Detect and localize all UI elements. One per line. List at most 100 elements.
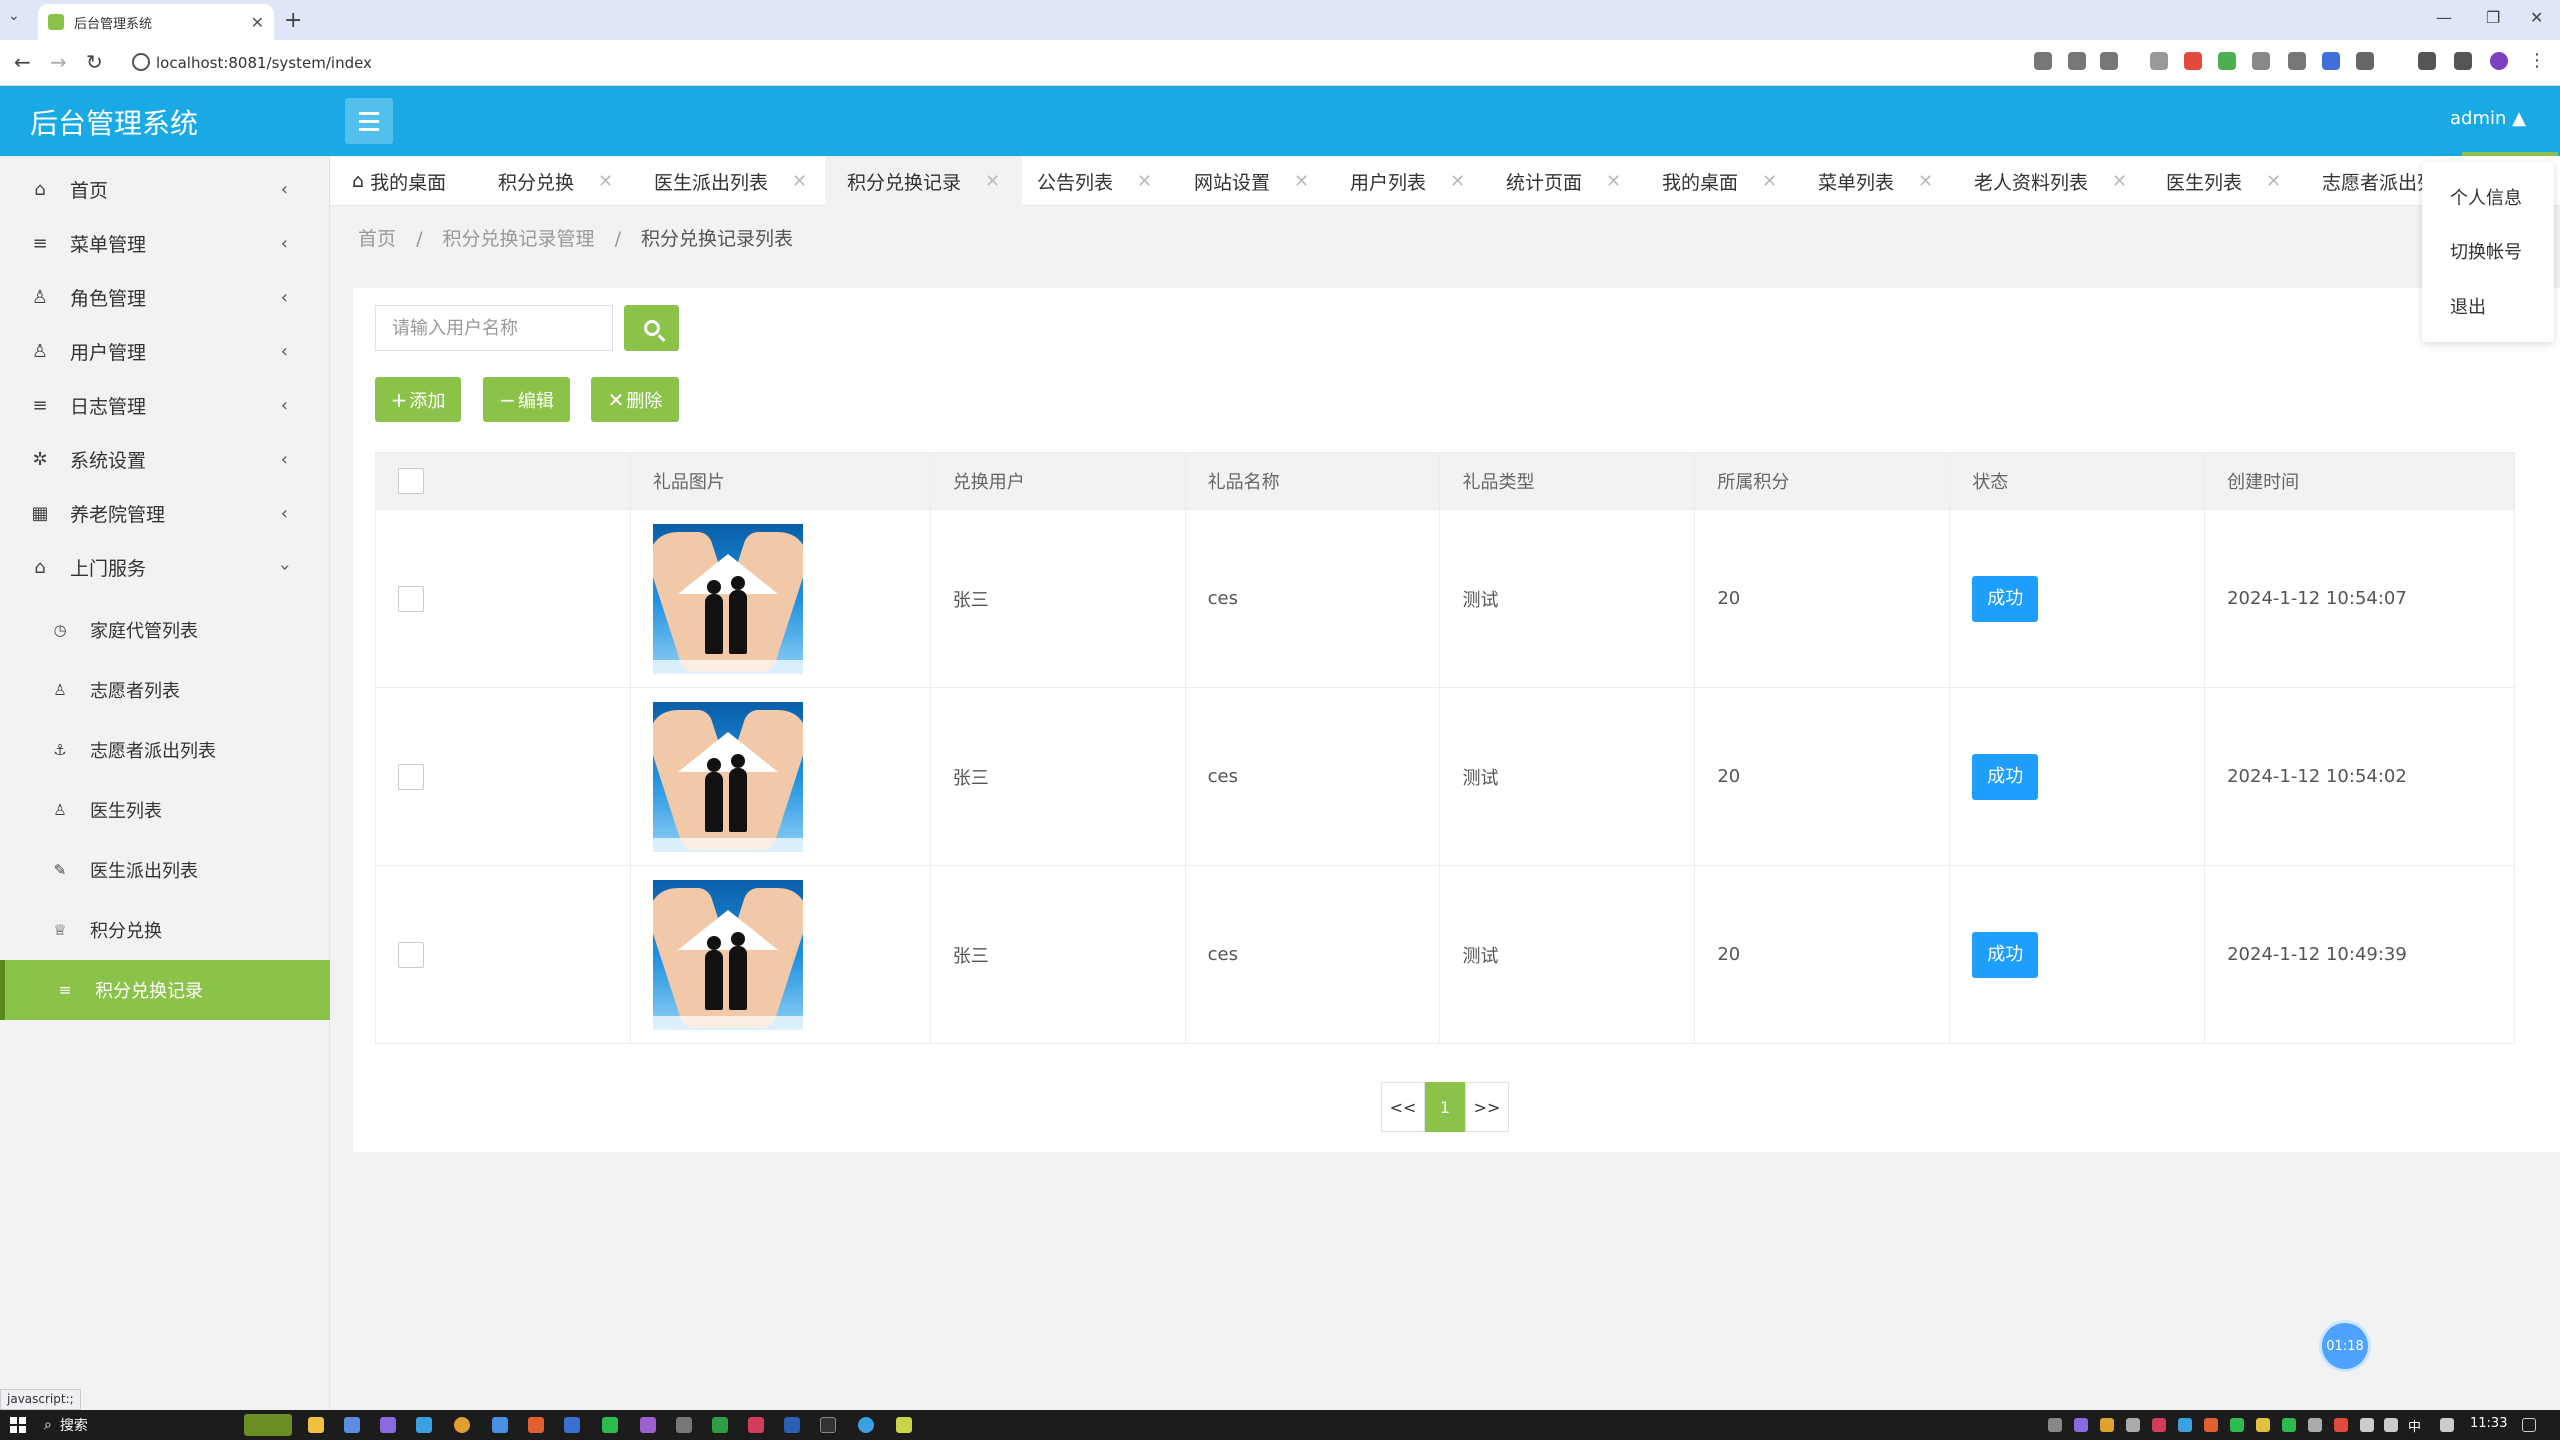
menu-item-profile[interactable]: 个人信息 bbox=[2450, 184, 2522, 210]
pagination-next[interactable]: >> bbox=[1465, 1082, 1509, 1132]
bookmark-star-icon[interactable] bbox=[2100, 52, 2118, 70]
search-button[interactable] bbox=[624, 305, 679, 351]
close-icon[interactable]: ✕ bbox=[1606, 171, 1621, 192]
taskbar-widget-icon[interactable] bbox=[244, 1414, 292, 1436]
sidebar-item-menu-management[interactable]: ≡ 菜单管理 ‹ bbox=[0, 216, 330, 270]
status-badge[interactable]: 成功 bbox=[1972, 753, 2039, 800]
notification-icon[interactable] bbox=[2522, 1418, 2536, 1432]
app-icon[interactable] bbox=[858, 1417, 874, 1433]
row-checkbox[interactable] bbox=[398, 585, 424, 612]
close-icon[interactable]: ✕ bbox=[598, 171, 613, 192]
sidebar-item-home-service[interactable]: ⌂ 上门服务 ‹ bbox=[0, 540, 330, 594]
copy-extension-icon[interactable] bbox=[2252, 52, 2270, 70]
tab-points-exchange[interactable]: 积分兑换 ✕ bbox=[476, 156, 635, 206]
status-badge[interactable]: 成功 bbox=[1972, 575, 2039, 622]
green-extension-icon[interactable] bbox=[2218, 52, 2236, 70]
tray-icon[interactable] bbox=[2074, 1418, 2088, 1432]
tray-icon[interactable] bbox=[2308, 1418, 2322, 1432]
camera-extension-icon[interactable] bbox=[2150, 52, 2168, 70]
tray-icon[interactable] bbox=[2440, 1418, 2454, 1432]
app-icon[interactable] bbox=[712, 1417, 728, 1433]
intellij-icon[interactable] bbox=[820, 1417, 836, 1433]
app-icon[interactable] bbox=[640, 1417, 656, 1433]
close-icon[interactable]: ✕ bbox=[985, 171, 1000, 192]
row-checkbox[interactable] bbox=[398, 763, 424, 790]
sidebar-sub-doctor-list[interactable]: ♙ 医生列表 bbox=[0, 780, 330, 840]
vue-extension-icon[interactable] bbox=[2288, 52, 2306, 70]
reload-icon[interactable]: ↻ bbox=[86, 50, 103, 74]
tray-icon[interactable] bbox=[2334, 1418, 2348, 1432]
sidebar-item-home[interactable]: ⌂ 首页 ‹ bbox=[0, 162, 330, 216]
close-icon[interactable]: ✕ bbox=[1137, 171, 1152, 192]
sidebar-sub-points-exchange[interactable]: ♕ 积分兑换 bbox=[0, 900, 330, 960]
tray-icon[interactable] bbox=[2100, 1418, 2114, 1432]
sidebar-sub-exchange-records[interactable]: ≡ 积分兑换记录 bbox=[0, 960, 330, 1020]
sidebar-item-role-management[interactable]: ♙ 角色管理 ‹ bbox=[0, 270, 330, 324]
tray-icon[interactable] bbox=[2178, 1418, 2192, 1432]
tray-icon[interactable] bbox=[2152, 1418, 2166, 1432]
close-window-icon[interactable]: ✕ bbox=[2530, 8, 2543, 27]
tab-stats-page[interactable]: 统计页面 ✕ bbox=[1484, 156, 1643, 206]
sidebar-panel-icon[interactable] bbox=[2454, 52, 2472, 70]
tab-my-desktop-2[interactable]: 我的桌面 ✕ bbox=[1640, 156, 1799, 206]
zoom-icon[interactable] bbox=[2068, 52, 2086, 70]
clock[interactable]: 11:33 bbox=[2470, 1416, 2507, 1431]
sidebar-item-log-management[interactable]: ≡ 日志管理 ‹ bbox=[0, 378, 330, 432]
sidebar-sub-volunteer-dispatch[interactable]: ⚓ 志愿者派出列表 bbox=[0, 720, 330, 780]
browser-tab[interactable]: 后台管理系统 ✕ bbox=[38, 4, 274, 40]
sidebar-sub-volunteer-list[interactable]: ♙ 志愿者列表 bbox=[0, 660, 330, 720]
tab-exchange-records[interactable]: 积分兑换记录 ✕ bbox=[825, 156, 1023, 206]
status-badge[interactable]: 成功 bbox=[1972, 931, 2039, 978]
forward-icon[interactable]: → bbox=[50, 50, 67, 74]
restore-icon[interactable]: ❐ bbox=[2486, 8, 2500, 27]
sidebar-sub-doctor-dispatch[interactable]: ✎ 医生派出列表 bbox=[0, 840, 330, 900]
app-icon[interactable] bbox=[676, 1417, 692, 1433]
pagination-page[interactable]: 1 bbox=[1425, 1082, 1465, 1132]
close-icon[interactable]: ✕ bbox=[1294, 171, 1309, 192]
menu-toggle-button[interactable] bbox=[345, 98, 393, 144]
close-icon[interactable]: ✕ bbox=[792, 171, 807, 192]
wechat-icon[interactable] bbox=[602, 1417, 618, 1433]
address-bar[interactable]: localhost:8081/system/index bbox=[130, 47, 2120, 79]
browser-menu-icon[interactable]: ⋮ bbox=[2528, 52, 2546, 70]
tab-my-desktop[interactable]: ⌂ 我的桌面 bbox=[330, 156, 468, 206]
breadcrumb-section[interactable]: 积分兑换记录管理 bbox=[443, 228, 595, 250]
app-icon[interactable] bbox=[492, 1417, 508, 1433]
windows-start-icon[interactable] bbox=[10, 1417, 26, 1433]
sidebar-item-system-settings[interactable]: ✲ 系统设置 ‹ bbox=[0, 432, 330, 486]
chrome-icon[interactable] bbox=[454, 1417, 470, 1433]
tab-user-list[interactable]: 用户列表 ✕ bbox=[1328, 156, 1487, 206]
profile-avatar-icon[interactable] bbox=[2490, 52, 2508, 70]
tab-list-chevron-icon[interactable]: ⌄ bbox=[8, 8, 20, 24]
firefox-icon[interactable] bbox=[528, 1417, 544, 1433]
close-icon[interactable]: ✕ bbox=[1762, 171, 1777, 192]
tab-doctor-list[interactable]: 医生列表 ✕ bbox=[2144, 156, 2303, 206]
minimize-icon[interactable]: — bbox=[2436, 8, 2452, 27]
tray-icon[interactable] bbox=[2256, 1418, 2270, 1432]
delete-button[interactable]: ✕ 删除 bbox=[591, 377, 679, 422]
tab-menu-list[interactable]: 菜单列表 ✕ bbox=[1796, 156, 1955, 206]
sidebar-sub-family-custody[interactable]: ◷ 家庭代管列表 bbox=[0, 600, 330, 660]
network-icon[interactable] bbox=[2360, 1418, 2374, 1432]
password-key-icon[interactable] bbox=[2034, 52, 2052, 70]
tray-chevron-icon[interactable] bbox=[2048, 1418, 2062, 1432]
app-icon[interactable] bbox=[416, 1417, 432, 1433]
site-info-icon[interactable] bbox=[132, 53, 150, 71]
word-icon[interactable] bbox=[784, 1417, 800, 1433]
new-tab-icon[interactable]: + bbox=[284, 8, 302, 33]
ime-indicator[interactable]: 中 bbox=[2408, 1416, 2421, 1435]
taskbar-search[interactable]: ⌕ 搜索 bbox=[44, 1414, 88, 1436]
volume-icon[interactable] bbox=[2384, 1418, 2398, 1432]
row-checkbox[interactable] bbox=[398, 941, 424, 968]
notepad-icon[interactable] bbox=[896, 1417, 912, 1433]
edit-button[interactable]: − 编辑 bbox=[483, 377, 570, 422]
menu-item-logout[interactable]: 退出 bbox=[2450, 293, 2486, 319]
tray-icon[interactable] bbox=[2230, 1418, 2244, 1432]
tray-icon[interactable] bbox=[2126, 1418, 2140, 1432]
shield-extension-icon[interactable] bbox=[2184, 52, 2202, 70]
puzzle-extensions-icon[interactable] bbox=[2356, 52, 2374, 70]
breadcrumb-home[interactable]: 首页 bbox=[358, 228, 396, 250]
app-icon[interactable] bbox=[564, 1417, 580, 1433]
search-input[interactable] bbox=[375, 305, 613, 351]
close-icon[interactable]: ✕ bbox=[2112, 171, 2127, 192]
